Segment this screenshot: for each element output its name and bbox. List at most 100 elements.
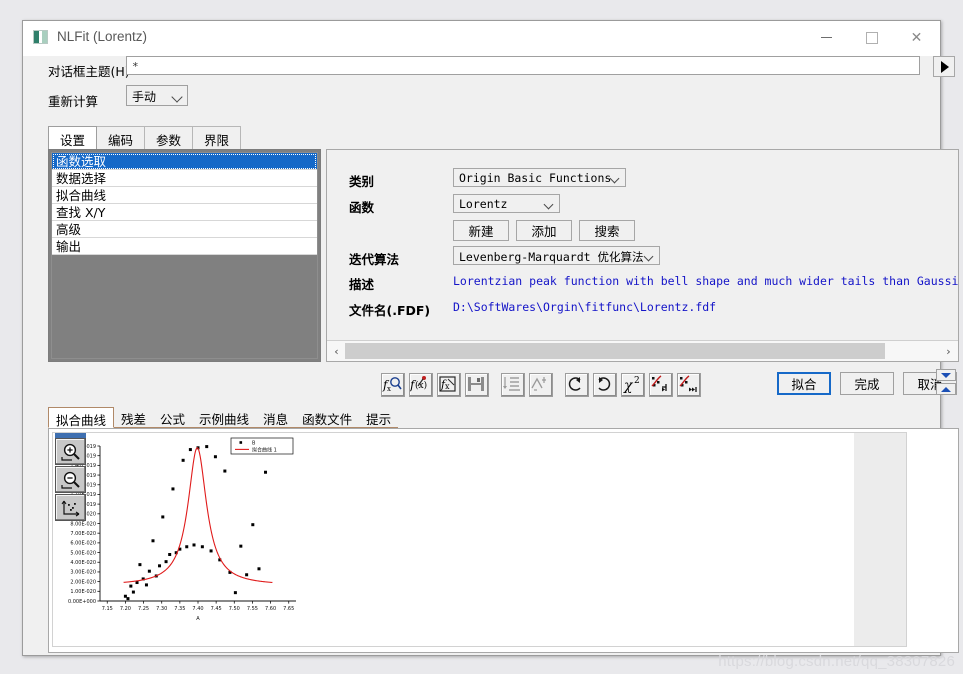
algorithm-label: 迭代算法 (349, 252, 400, 267)
apply-theme-button[interactable] (933, 56, 955, 77)
fit-button[interactable]: 拟合 (777, 372, 831, 395)
function-export-icon[interactable]: f x (437, 373, 461, 397)
result-tabstrip: 拟合曲线 残差 公式 示例曲线 消息 函数文件 提示 (48, 407, 934, 428)
svg-text:7.00E-020: 7.00E-020 (70, 531, 96, 537)
graph-page-margin (854, 433, 906, 646)
category-select[interactable]: Origin Basic Functions (453, 168, 626, 187)
graph-toolbar (55, 438, 88, 522)
approximate-icon[interactable] (529, 373, 553, 397)
sidebar-item-output[interactable]: 输出 (52, 238, 317, 255)
close-icon[interactable]: ✕ (894, 21, 939, 54)
graph-page: 0.00E+000 1.00E-020 2.00E-020 3.00E-020 4.00… (52, 432, 907, 647)
svg-text:7.25: 7.25 (138, 606, 149, 612)
sidebar-item-fitted-curves[interactable]: 拟合曲线 (52, 187, 317, 204)
chi-square-icon[interactable]: χ 2 (621, 373, 645, 397)
add-function-button[interactable]: 添加 (516, 220, 572, 241)
fit-function-search-icon[interactable]: f x (381, 373, 405, 397)
scrollbar-thumb[interactable] (345, 343, 885, 359)
dialog-theme-label: 对话框主题(H) (48, 64, 130, 79)
recalculate-value: 手动 (132, 90, 157, 104)
svg-text:1.00E-020: 1.00E-020 (70, 589, 96, 595)
tab-fitted-curve[interactable]: 拟合曲线 (48, 407, 115, 428)
svg-text:5.00E-020: 5.00E-020 (70, 550, 96, 556)
search-function-button[interactable]: 搜索 (579, 220, 635, 241)
algorithm-select[interactable]: Levenberg-Marquardt 优化算法 (453, 246, 660, 265)
chevron-down-icon (543, 199, 554, 210)
recalculate-select[interactable]: 手动 (126, 85, 188, 106)
play-icon (941, 60, 949, 73)
sidebar-item-advanced[interactable]: 高级 (52, 221, 317, 238)
zoom-in-icon[interactable] (55, 438, 86, 465)
horizontal-scrollbar[interactable]: ‹ › (327, 340, 958, 361)
svg-text:x: x (445, 382, 450, 391)
svg-text:3.00E-020: 3.00E-020 (70, 570, 96, 576)
svg-text:6.00E-020: 6.00E-020 (70, 541, 96, 547)
fit-toolbar: f x f (x) f x χ 2 拟合 完成 取消 (48, 369, 959, 403)
chevron-down-icon (171, 91, 183, 103)
category-value: Origin Basic Functions (459, 171, 612, 185)
minimize-icon[interactable] (804, 21, 849, 54)
spin-up-icon[interactable] (936, 383, 956, 395)
one-iteration-icon[interactable] (565, 373, 589, 397)
preview-graph-panel: 0.00E+000 1.00E-020 2.00E-020 3.00E-020 4.00… (48, 428, 959, 653)
done-button[interactable]: 完成 (840, 372, 894, 395)
tab-messages[interactable]: 消息 (256, 407, 296, 428)
svg-text:2.00E-020: 2.00E-020 (70, 579, 96, 585)
maximize-icon[interactable] (849, 21, 894, 54)
save-icon[interactable] (465, 373, 489, 397)
tab-function-file[interactable]: 函数文件 (295, 407, 360, 428)
function-select[interactable]: Lorentz (453, 194, 560, 213)
function-settings-panel: 类别 Origin Basic Functions 函数 Lorentz 新建 … (326, 149, 959, 362)
svg-text:7.55: 7.55 (247, 606, 258, 612)
undo-fit-icon[interactable] (593, 373, 617, 397)
algorithm-value: Levenberg-Marquardt 优化算法 (459, 250, 644, 264)
fit-until-converged-icon[interactable] (677, 373, 701, 397)
sidebar-item-find-xy[interactable]: 查找 X/Y (52, 204, 317, 221)
nlfit-dialog-window: NLFit (Lorentz) ✕ 对话框主题(H) * 重新计算 手动 设置 … (22, 20, 959, 656)
tab-sample-curve[interactable]: 示例曲线 (192, 407, 257, 428)
fit-step-icon[interactable] (649, 373, 673, 397)
tab-residual[interactable]: 残差 (114, 407, 154, 428)
settings-pane: 函数选取 数据选择 拟合曲线 查找 X/Y 高级 输出 类别 Origin Ba… (48, 149, 959, 364)
svg-text:B: B (252, 441, 256, 447)
tab-bounds[interactable]: 界限 (192, 126, 242, 149)
svg-text:7.30: 7.30 (156, 606, 167, 612)
tab-code[interactable]: 编码 (96, 126, 146, 149)
tab-settings[interactable]: 设置 (48, 126, 98, 149)
initialize-parameters-icon[interactable] (501, 373, 525, 397)
svg-text:x: x (387, 385, 391, 393)
new-function-button[interactable]: 新建 (453, 220, 509, 241)
category-label: 类别 (349, 174, 375, 189)
sidebar-item-function-selection[interactable]: 函数选取 (52, 153, 317, 170)
svg-text:7.35: 7.35 (174, 606, 185, 612)
scroll-left-icon[interactable]: ‹ (328, 341, 345, 361)
zoom-out-icon[interactable] (55, 466, 86, 493)
tab-hints[interactable]: 提示 (359, 407, 399, 428)
svg-text:χ: χ (623, 378, 634, 394)
tab-formula[interactable]: 公式 (153, 407, 193, 428)
scroll-right-icon[interactable]: › (940, 341, 957, 361)
filename-label: 文件名(.FDF) (349, 303, 431, 318)
description-value: Lorentzian peak function with bell shape… (453, 274, 958, 288)
svg-text:0.00E+000: 0.00E+000 (68, 599, 96, 605)
settings-tree: 函数选取 数据选择 拟合曲线 查找 X/Y 高级 输出 (48, 149, 321, 362)
tab-parameters[interactable]: 参数 (144, 126, 194, 149)
sidebar-item-data-selection[interactable]: 数据选择 (52, 170, 317, 187)
recalculate-label: 重新计算 (48, 94, 99, 109)
svg-text:A: A (196, 616, 200, 622)
window-title: NLFit (Lorentz) (57, 29, 148, 44)
svg-text:7.60: 7.60 (265, 606, 276, 612)
rescale-icon[interactable] (55, 494, 86, 521)
function-edit-icon[interactable]: f (x) (409, 373, 433, 397)
svg-text:7.50: 7.50 (229, 606, 240, 612)
dialog-theme-input[interactable]: * (126, 56, 920, 75)
chevron-down-icon (643, 251, 654, 262)
spin-down-icon[interactable] (936, 369, 956, 381)
function-label: 函数 (349, 200, 375, 215)
title-bar: NLFit (Lorentz) ✕ (23, 21, 940, 56)
svg-text:7.45: 7.45 (211, 606, 222, 612)
description-label: 描述 (349, 277, 375, 292)
svg-text:4.00E-020: 4.00E-020 (70, 560, 96, 566)
watermark: https://blog.csdn.net/qq_38307826 (718, 653, 955, 670)
function-value: Lorentz (459, 197, 508, 211)
